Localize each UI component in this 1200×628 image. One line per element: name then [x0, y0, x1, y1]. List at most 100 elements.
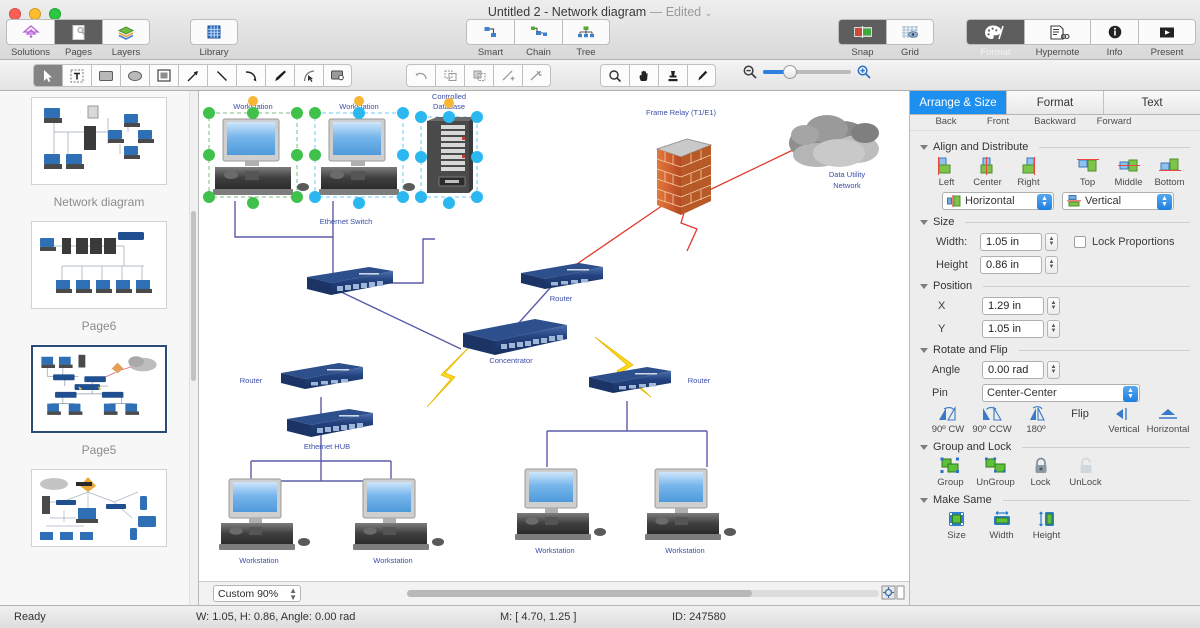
- node-router-1[interactable]: Router: [521, 263, 603, 303]
- ungroup-button[interactable]: UnGroup: [973, 457, 1018, 488]
- distribute-selects[interactable]: Horizontal ▲ ▼ Vertical ▲ ▼: [920, 192, 1190, 210]
- node-frame-relay[interactable]: Frame Relay (T1/E1): [646, 108, 717, 215]
- ellipse-tool[interactable]: [120, 64, 149, 87]
- disclosure-triangle-icon[interactable]: [920, 444, 928, 450]
- thumb-page5[interactable]: [31, 345, 167, 433]
- zoom-slider-group[interactable]: [742, 64, 872, 80]
- disclosure-triangle-icon[interactable]: [920, 347, 928, 353]
- node-workstation-3[interactable]: Workstation: [219, 478, 310, 565]
- distribute-vertical-select[interactable]: Vertical ▲ ▼: [1062, 192, 1174, 210]
- order-row[interactable]: Back Front Backward Forward: [910, 115, 1200, 131]
- zoom-level-select[interactable]: Custom 90% ▲ ▼: [213, 585, 301, 602]
- group-buttons[interactable]: Group UnGroup Lock UnLock: [920, 457, 1190, 488]
- node-ethernet-hub[interactable]: Ethernet HUB: [287, 409, 373, 451]
- chain-connector-button[interactable]: Chain: [514, 19, 562, 58]
- snap-grid-group[interactable]: Snap Grid: [838, 19, 934, 58]
- node-ethernet-switch[interactable]: Ethernet Switch: [307, 217, 393, 295]
- disclosure-triangle-icon[interactable]: [920, 497, 928, 503]
- canvas-bottom-bar[interactable]: Custom 90% ▲ ▼: [199, 581, 909, 605]
- angle-stepper[interactable]: ▲ ▼: [1047, 361, 1060, 379]
- zoom-in-icon[interactable]: [856, 64, 872, 80]
- x-input[interactable]: 1.29 in: [982, 297, 1044, 315]
- node-workstation-4[interactable]: Workstation: [353, 478, 444, 565]
- solutions-button[interactable]: Solutions: [6, 19, 54, 58]
- section-group-header[interactable]: Group and Lock: [920, 441, 1190, 453]
- unlock-button[interactable]: UnLock: [1063, 457, 1108, 488]
- flip-horizontal-button[interactable]: Horizontal: [1146, 406, 1190, 435]
- present-button[interactable]: Present: [1138, 19, 1196, 58]
- page-item-0[interactable]: Network diagram: [0, 97, 198, 221]
- stamp-tool[interactable]: [658, 64, 687, 87]
- pages-button[interactable]: Pages: [54, 19, 102, 58]
- section-size-header[interactable]: Size: [920, 216, 1190, 228]
- align-bottom-button[interactable]: Bottom: [1149, 157, 1190, 188]
- width-stepper[interactable]: ▲ ▼: [1045, 233, 1058, 251]
- inspector-panel[interactable]: Arrange & Size Format Text Back Front Ba…: [909, 91, 1200, 605]
- canvas-hscroll-thumb[interactable]: [407, 590, 752, 597]
- network-diagram-canvas[interactable]: Workstation Workstation Controlled Ether…: [199, 91, 909, 604]
- rotate-cw-button[interactable]: 90º CW: [926, 406, 970, 435]
- edit-tools-group[interactable]: [406, 64, 551, 87]
- thumb-network-diagram[interactable]: [31, 97, 167, 185]
- arrow-tool[interactable]: [178, 64, 207, 87]
- hypernote-button[interactable]: Hypernote: [1024, 19, 1090, 58]
- rotate-ccw-button[interactable]: 90º CCW: [970, 406, 1014, 435]
- distribute-horizontal-select[interactable]: Horizontal ▲ ▼: [942, 192, 1054, 210]
- connector-group[interactable]: Smart Chain Tree: [466, 19, 610, 58]
- view-tools-group[interactable]: [600, 64, 716, 87]
- node-workstation-5[interactable]: Workstation: [515, 468, 606, 555]
- tree-connector-button[interactable]: Tree: [562, 19, 610, 58]
- split-tool[interactable]: [493, 64, 522, 87]
- order-forward-label[interactable]: Forward: [1086, 116, 1142, 127]
- align-left-button[interactable]: Left: [926, 157, 967, 188]
- snap-button[interactable]: Snap: [838, 19, 886, 58]
- order-front-label[interactable]: Front: [972, 116, 1024, 127]
- y-stepper[interactable]: ▲ ▼: [1047, 320, 1060, 338]
- distribute-h-chevron-icon[interactable]: ▲ ▼: [1037, 194, 1052, 210]
- fit-page-button[interactable]: [881, 585, 907, 602]
- order-back-label[interactable]: Back: [920, 116, 972, 127]
- section-position-header[interactable]: Position: [920, 280, 1190, 292]
- sidebar-scroll-thumb[interactable]: [191, 211, 196, 381]
- section-align-header[interactable]: Align and Distribute: [920, 141, 1190, 153]
- height-stepper[interactable]: ▲ ▼: [1045, 256, 1058, 274]
- align-center-button[interactable]: Center: [967, 157, 1008, 188]
- width-input[interactable]: 1.05 in: [980, 233, 1042, 251]
- union-tool[interactable]: [435, 64, 464, 87]
- tab-format[interactable]: Format: [1007, 91, 1104, 114]
- drawing-tools-group[interactable]: [33, 64, 352, 87]
- page-item-1[interactable]: Page6: [0, 221, 198, 345]
- align-middle-button[interactable]: Middle: [1108, 157, 1149, 188]
- hand-tool[interactable]: [629, 64, 658, 87]
- y-input[interactable]: 1.05 in: [982, 320, 1044, 338]
- thumb-page4[interactable]: [31, 469, 167, 547]
- zoom-stepper-icon[interactable]: ▲ ▼: [289, 587, 297, 602]
- rotate-180-button[interactable]: 180º: [1014, 406, 1058, 435]
- callout-tool[interactable]: [323, 64, 352, 87]
- pin-chevron-icon[interactable]: ▲ ▼: [1123, 386, 1138, 402]
- angle-input[interactable]: 0.00 rad: [982, 361, 1044, 379]
- tab-text[interactable]: Text: [1104, 91, 1200, 114]
- page-item-2[interactable]: Page5: [0, 345, 198, 469]
- tab-arrange-size[interactable]: Arrange & Size: [910, 91, 1007, 114]
- node-workstation-1[interactable]: Workstation: [203, 96, 309, 209]
- bezier-tool[interactable]: [294, 64, 323, 87]
- disclosure-triangle-icon[interactable]: [920, 144, 928, 150]
- zoom-out-icon[interactable]: [742, 64, 758, 80]
- align-buttons[interactable]: Left Center Right Top Middle Bottom: [920, 157, 1190, 188]
- pointer-tool[interactable]: [33, 64, 62, 87]
- same-size-button[interactable]: Size: [934, 510, 979, 541]
- reshape-tool[interactable]: [406, 64, 435, 87]
- node-concentrator[interactable]: Concentrator: [463, 319, 567, 365]
- library-button[interactable]: Library: [190, 19, 238, 58]
- makesame-buttons[interactable]: Size Width Height: [920, 510, 1190, 541]
- section-rotate-header[interactable]: Rotate and Flip: [920, 344, 1190, 356]
- zoom-tool[interactable]: [600, 64, 629, 87]
- node-workstation-2[interactable]: Workstation: [309, 96, 415, 209]
- library-group[interactable]: Library: [190, 19, 238, 58]
- format-button[interactable]: Format: [966, 19, 1024, 58]
- subtract-tool[interactable]: [464, 64, 493, 87]
- x-stepper[interactable]: ▲ ▼: [1047, 297, 1060, 315]
- rotate-buttons[interactable]: 90º CW 90º CCW 180º Flip Vertical Horizo…: [920, 406, 1190, 435]
- info-button[interactable]: Info: [1090, 19, 1138, 58]
